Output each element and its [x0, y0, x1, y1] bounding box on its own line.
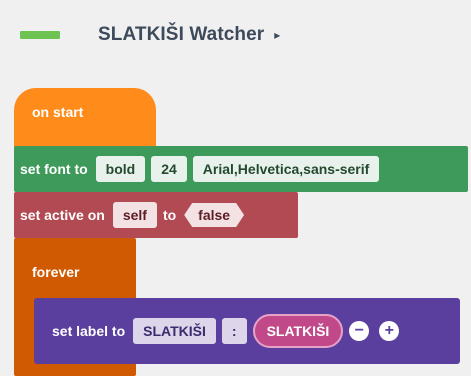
font-family-field[interactable]: Arial,Helvetica,sans-serif [192, 156, 380, 182]
sprite-header: SLATKIŠI Watcher ▸ [0, 0, 471, 70]
font-weight-field[interactable]: bold [95, 156, 146, 182]
set-font-block[interactable]: set font to bold 24 Arial,Helvetica,sans… [14, 146, 468, 192]
set-label-label: set label to [52, 323, 126, 339]
font-size-field[interactable]: 24 [151, 156, 187, 182]
set-active-block[interactable]: set active on self to false [14, 192, 298, 238]
forever-label: forever [32, 264, 80, 280]
variable-reporter[interactable]: SLATKIŠI [252, 314, 344, 348]
sprite-title[interactable]: SLATKIŠI Watcher [98, 24, 264, 46]
minus-icon[interactable]: − [349, 321, 370, 341]
sprite-color-swatch [20, 31, 60, 39]
set-label-block[interactable]: set label to SLATKIŠI : SLATKIŠI − + [34, 298, 460, 364]
on-start-block[interactable]: on start [14, 88, 156, 148]
expand-caret-icon[interactable]: ▸ [274, 28, 280, 42]
separator-field[interactable]: : [221, 318, 247, 344]
active-target-field[interactable]: self [112, 202, 157, 228]
active-value-field[interactable]: false [184, 203, 244, 227]
plus-icon[interactable]: + [379, 321, 400, 341]
to-label: to [162, 207, 177, 223]
set-font-label: set font to [20, 161, 88, 177]
on-start-label: on start [32, 104, 84, 120]
label-text-field[interactable]: SLATKIŠI [133, 318, 216, 344]
set-active-label: set active on [20, 207, 105, 223]
code-canvas: SLATKIŠI Watcher ▸ on start set font to … [0, 0, 471, 376]
